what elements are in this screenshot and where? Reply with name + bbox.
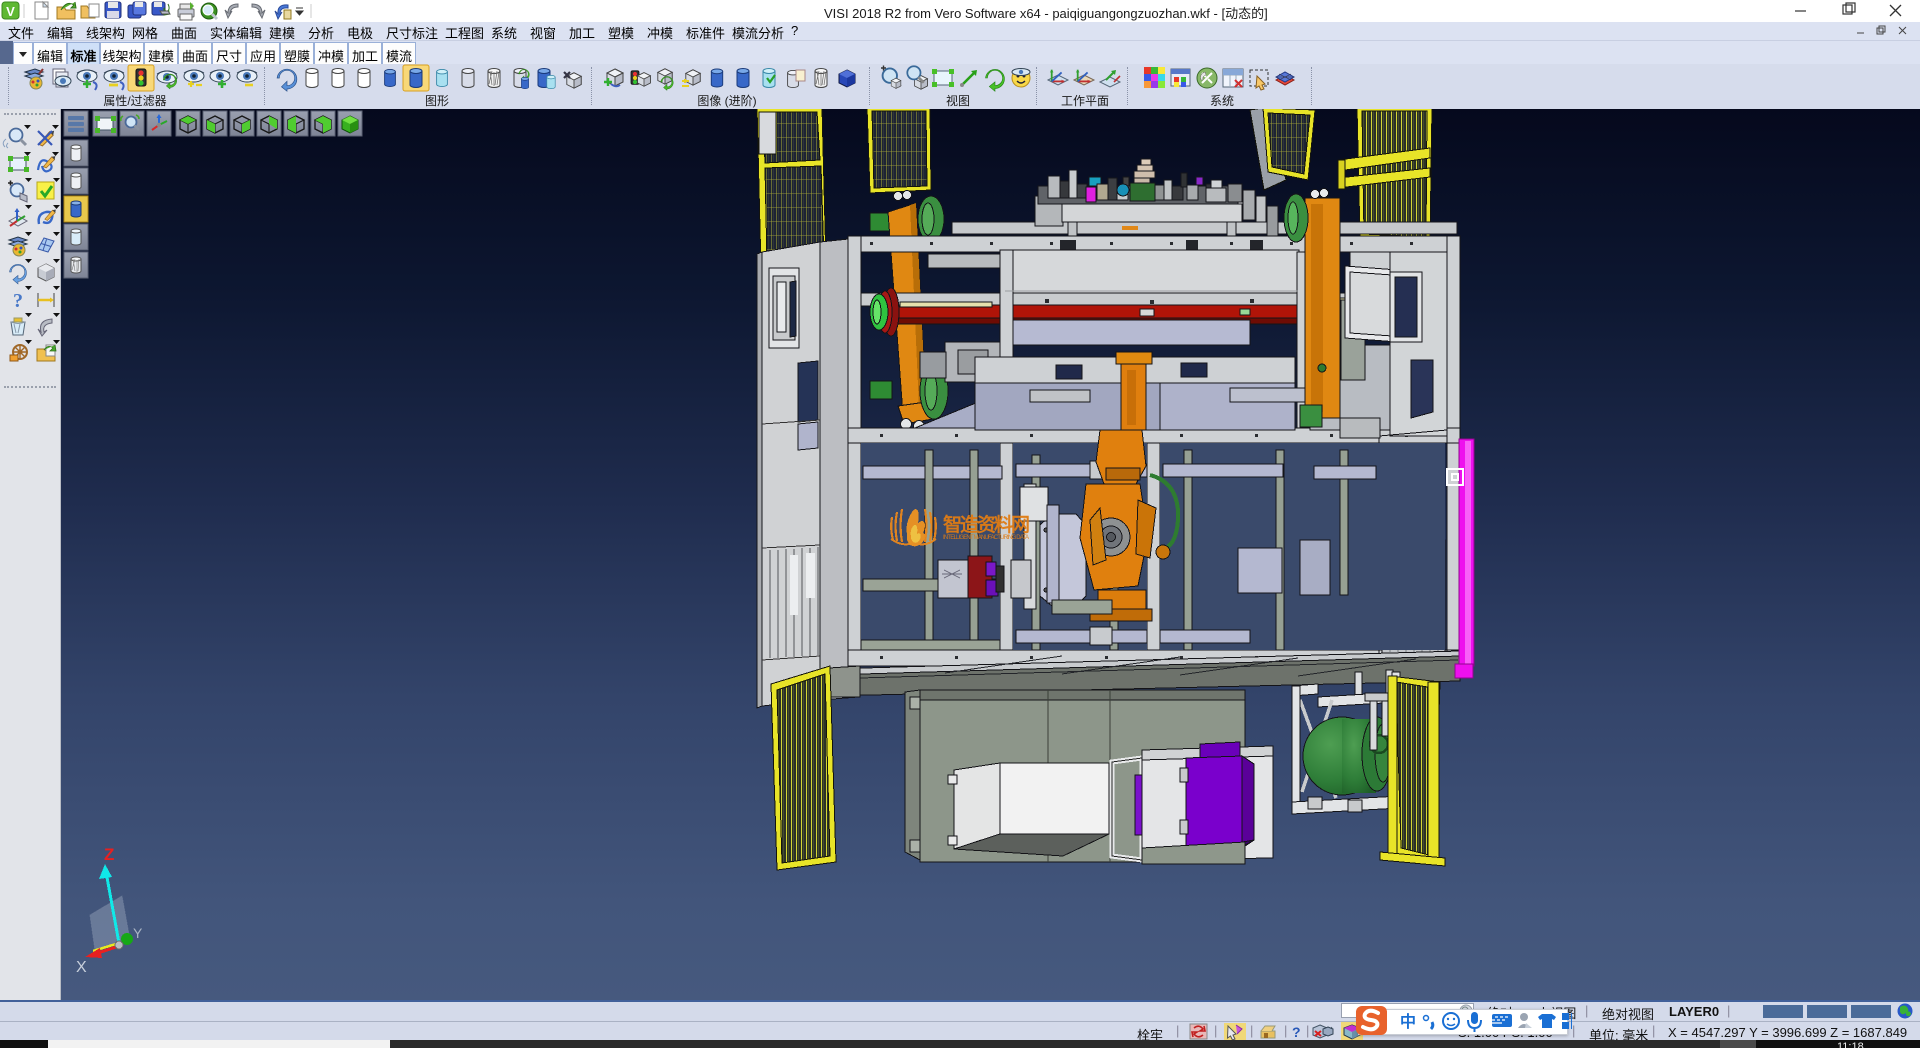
- svg-text:智造资料网: 智造资料网: [943, 513, 1030, 536]
- svg-text:INTELLIGENT MANUFACTURING DATA: INTELLIGENT MANUFACTURING DATA: [943, 535, 1029, 541]
- svg-text:Z: Z: [104, 845, 114, 864]
- svg-text:V: V: [6, 4, 15, 19]
- svg-text:?: ?: [13, 290, 23, 312]
- svg-text:X: X: [76, 959, 87, 976]
- svg-text:中: 中: [1400, 1012, 1416, 1031]
- svg-text:Y: Y: [133, 925, 143, 941]
